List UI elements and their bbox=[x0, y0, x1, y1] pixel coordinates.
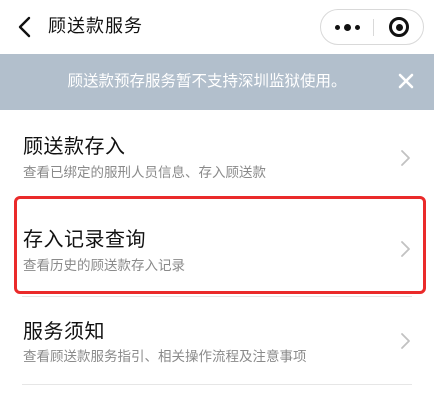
page-title: 顾送款服务 bbox=[48, 16, 143, 37]
mini-program-capsule bbox=[320, 9, 424, 45]
close-icon[interactable] bbox=[396, 71, 416, 91]
menu-item-title: 顾送款存入 bbox=[23, 134, 126, 158]
menu-item-title: 服务须知 bbox=[23, 319, 105, 343]
notice-bar: 顾送款预存服务暂不支持深圳监狱使用。 bbox=[0, 54, 434, 110]
navigation-bar: 顾送款服务 bbox=[0, 0, 434, 54]
menu-item-desc: 查看已绑定的服刑人员信息、存入顾送款 bbox=[23, 165, 266, 181]
more-dots-icon[interactable] bbox=[321, 10, 373, 44]
back-arrow-icon[interactable] bbox=[12, 12, 40, 42]
highlight-box bbox=[14, 196, 426, 294]
menu-item-desc: 查看顾送款服务指引、相关操作流程及注意事项 bbox=[23, 349, 307, 365]
chevron-right-icon bbox=[400, 149, 412, 167]
divider bbox=[22, 384, 412, 385]
close-miniprogram-icon[interactable] bbox=[374, 10, 424, 44]
chevron-right-icon bbox=[400, 332, 412, 350]
notice-text: 顾送款预存服务暂不支持深圳监狱使用。 bbox=[67, 72, 347, 90]
menu-item-notice[interactable]: 服务须知 查看顾送款服务指引、相关操作流程及注意事项 bbox=[0, 298, 434, 388]
divider bbox=[22, 296, 412, 297]
menu-item-deposit[interactable]: 顾送款存入 查看已绑定的服刑人员信息、存入顾送款 bbox=[0, 112, 434, 202]
